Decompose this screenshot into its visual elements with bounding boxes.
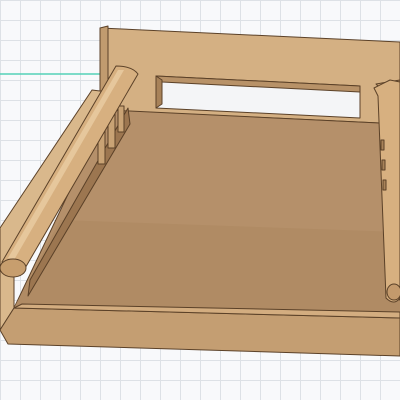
cad-3d-viewport[interactable] xyxy=(0,0,400,400)
handle-slot-inner-side xyxy=(155,75,163,109)
left-rail-end-cap xyxy=(0,258,27,278)
right-rail-baluster-3 xyxy=(382,179,387,191)
right-rail-baluster-2 xyxy=(381,159,386,171)
wooden-tray-model[interactable] xyxy=(0,25,400,357)
right-rail-baluster-1 xyxy=(380,139,385,151)
right-rail-end-cap xyxy=(386,283,400,301)
scene-canvas[interactable] xyxy=(0,0,400,400)
left-rail-baluster-3 xyxy=(117,105,125,133)
tray-floor-shade xyxy=(14,220,400,318)
